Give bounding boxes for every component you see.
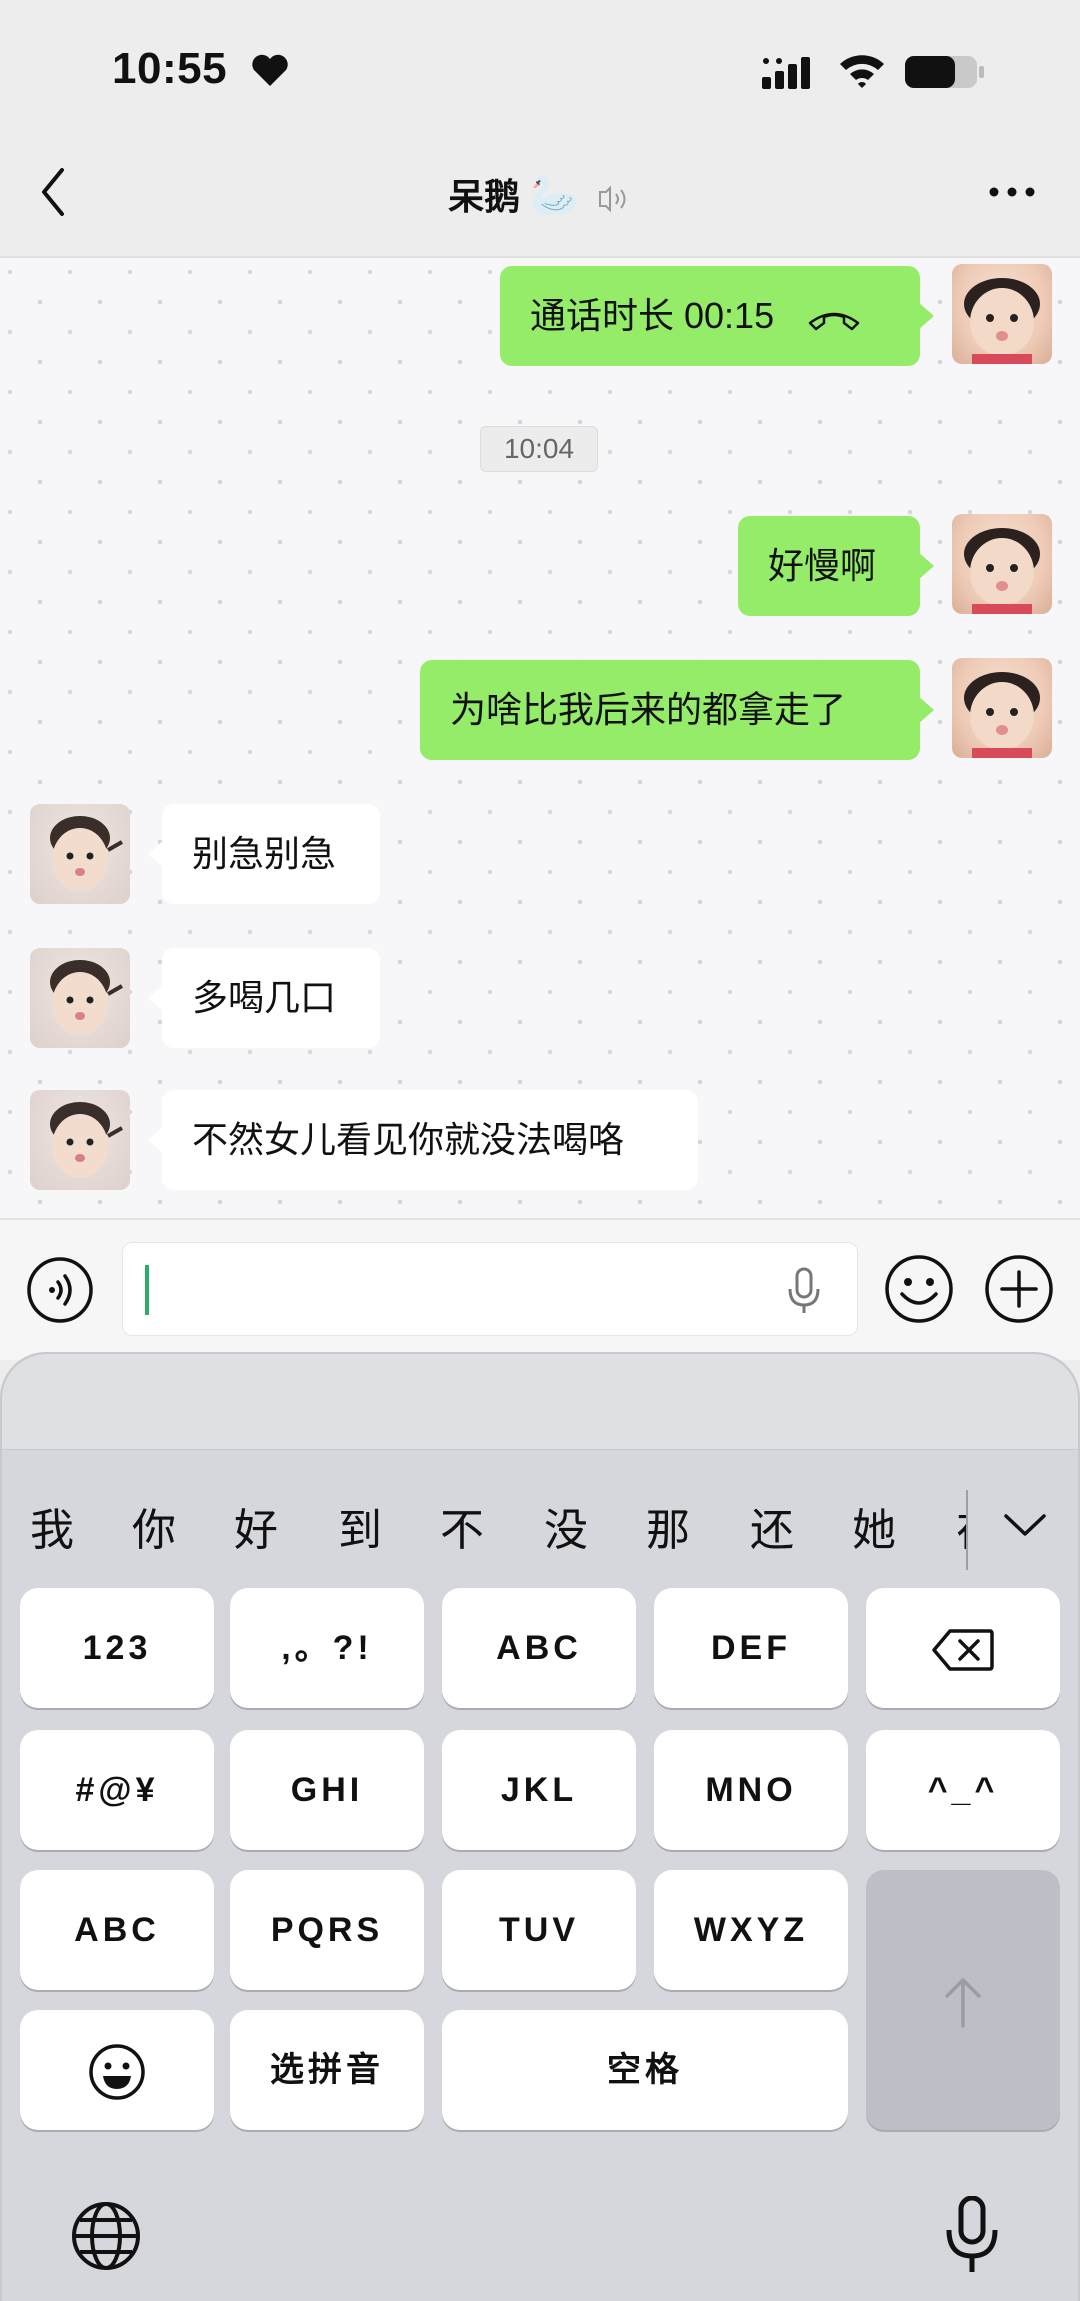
key-123[interactable]: 123 <box>20 1588 214 1708</box>
avatar-contact[interactable] <box>30 804 130 904</box>
message-text: 多喝几口 <box>192 977 337 1018</box>
outgoing-message-bubble[interactable]: 为啥比我后来的都拿走了 <box>420 660 934 760</box>
timestamp-divider: 10:04 <box>480 426 598 472</box>
wifi-icon <box>840 55 884 88</box>
avatar-self[interactable] <box>952 514 1052 614</box>
incoming-message-bubble[interactable]: 多喝几口 <box>148 948 380 1048</box>
key-tuv[interactable]: TUV <box>442 1870 636 1990</box>
microphone-icon[interactable] <box>785 1267 823 1315</box>
baby-face-icon <box>964 278 1040 364</box>
message-text: 通话时长 00:15 <box>530 295 775 336</box>
candidate-word[interactable]: 你 <box>132 1494 176 1558</box>
chevron-down-icon[interactable] <box>1002 1510 1048 1540</box>
key-select-pinyin[interactable]: 选拼音 <box>230 2010 424 2130</box>
phone-hangup-icon <box>808 313 860 331</box>
status-bar: 10:55 <box>0 0 1080 140</box>
outgoing-message-bubble[interactable]: 好慢啊 <box>738 516 934 616</box>
key-abc[interactable]: ABC <box>442 1588 636 1708</box>
text-caret <box>145 1265 149 1315</box>
backspace-icon <box>932 1629 994 1671</box>
key-mno[interactable]: MNO <box>654 1730 848 1850</box>
goose-emoji: 🦢 <box>530 174 580 218</box>
baby-face-icon <box>964 672 1040 758</box>
chat-area[interactable]: 通话时长 00:15 10:04 好慢啊 为啥比我后来的都拿走了 别急别急 多喝… <box>0 258 1080 1218</box>
key-symbols[interactable]: #@¥ <box>20 1730 214 1850</box>
avatar-contact[interactable] <box>30 1090 130 1190</box>
incoming-message-bubble[interactable]: 别急别急 <box>148 804 380 904</box>
status-time: 10:55 <box>112 44 228 93</box>
arrow-up-icon <box>945 1978 981 2028</box>
message-text: 为啥比我后来的都拿走了 <box>450 689 847 730</box>
key-jkl[interactable]: JKL <box>442 1730 636 1850</box>
key-kaomoji[interactable]: ^_^ <box>866 1730 1060 1850</box>
baby-face-icon <box>50 816 123 892</box>
contact-name: 呆鹅 <box>448 176 521 217</box>
chat-title: 呆鹅 🦢 <box>0 168 1080 220</box>
avatar-self[interactable] <box>952 264 1052 364</box>
key-def[interactable]: DEF <box>654 1588 848 1708</box>
key-pqrs[interactable]: PQRS <box>230 1870 424 1990</box>
candidate-word[interactable]: 还 <box>750 1494 794 1558</box>
voice-input-toggle-icon[interactable] <box>26 1256 94 1324</box>
avatar-self[interactable] <box>952 658 1052 758</box>
candidate-word[interactable]: 好 <box>234 1494 278 1558</box>
message-text: 不然女儿看见你就没法喝咯 <box>192 1119 625 1160</box>
baby-face-icon <box>964 528 1040 614</box>
more-options-icon[interactable] <box>988 180 1036 204</box>
key-ghi[interactable]: GHI <box>230 1730 424 1850</box>
message-text-input[interactable] <box>122 1242 858 1336</box>
emoji-icon[interactable] <box>884 1254 954 1324</box>
candidate-word[interactable]: 那 <box>646 1494 690 1558</box>
baby-face-icon <box>50 1102 123 1178</box>
call-duration-bubble[interactable]: 通话时长 00:15 <box>500 266 934 366</box>
send-key[interactable] <box>866 1870 1060 2130</box>
candidate-separator <box>966 1490 968 1570</box>
baby-face-icon <box>50 960 123 1036</box>
backspace-key[interactable] <box>866 1588 1060 1708</box>
plus-icon[interactable] <box>984 1254 1054 1324</box>
smiley-icon <box>89 2044 145 2100</box>
key-wxyz[interactable]: WXYZ <box>654 1870 848 1990</box>
keyboard-toolbar <box>2 1354 1078 1450</box>
key-abc-switch[interactable]: ABC <box>20 1870 214 1990</box>
candidate-word[interactable]: 不 <box>440 1494 484 1558</box>
emoji-key[interactable] <box>20 2010 214 2130</box>
heart-icon <box>252 54 288 86</box>
candidate-word[interactable]: 到 <box>338 1494 382 1558</box>
dictation-microphone-icon[interactable] <box>944 2196 1000 2276</box>
candidate-word[interactable]: 她 <box>852 1494 896 1558</box>
candidate-word[interactable]: 我 <box>30 1494 74 1558</box>
cellular-signal-icon <box>762 57 810 89</box>
voice-wave-icon <box>598 186 626 213</box>
chat-header: 呆鹅 🦢 <box>0 140 1080 258</box>
message-text: 好慢啊 <box>768 545 877 586</box>
globe-icon[interactable] <box>70 2200 142 2272</box>
message-input-bar <box>0 1218 1080 1360</box>
incoming-message-bubble[interactable]: 不然女儿看见你就没法喝咯 <box>148 1090 698 1190</box>
message-text: 别急别急 <box>192 833 337 874</box>
candidate-word[interactable]: 没 <box>544 1494 588 1558</box>
battery-icon <box>905 56 984 88</box>
avatar-contact[interactable] <box>30 948 130 1048</box>
space-key[interactable]: 空格 <box>442 2010 848 2130</box>
candidate-bar: 我 你 好 到 不 没 那 还 她 在 <box>2 1450 1078 1586</box>
key-punctuation[interactable]: ,。?! <box>230 1588 424 1708</box>
